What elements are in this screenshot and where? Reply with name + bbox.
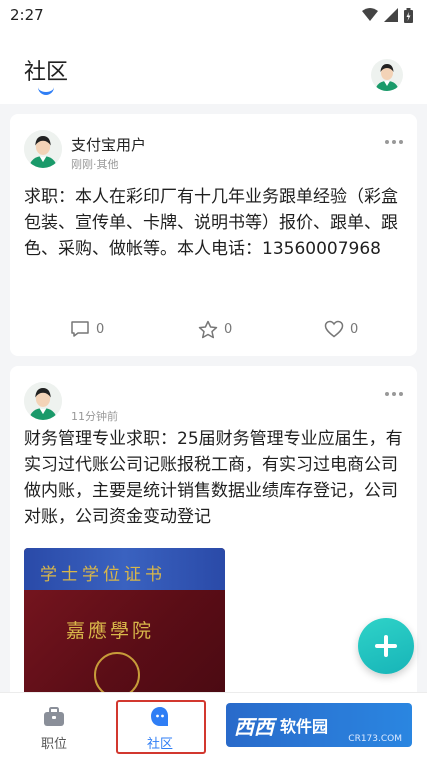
post-card[interactable]: 11分钟前 财务管理专业求职：25届财务管理专业应届生，有实习过代账公司记账报税… bbox=[10, 366, 417, 692]
nav-label-jobs: 职位 bbox=[40, 737, 67, 752]
post-avatar[interactable] bbox=[24, 382, 62, 420]
title-underline-indicator bbox=[38, 87, 54, 95]
certificate-title: 学士学位证书 bbox=[40, 565, 166, 585]
plus-icon bbox=[375, 635, 397, 657]
comment-button[interactable]: 0 bbox=[70, 320, 104, 338]
battery-icon bbox=[404, 7, 413, 23]
wifi-icon bbox=[362, 8, 378, 21]
nav-item-jobs[interactable]: 职位 bbox=[14, 693, 94, 759]
seal-emblem-icon bbox=[94, 652, 140, 692]
avatar-icon bbox=[24, 130, 62, 168]
watermark-logo: 西西 bbox=[234, 714, 274, 739]
heart-icon bbox=[324, 320, 344, 338]
favorite-button[interactable]: 0 bbox=[198, 320, 232, 339]
favorite-count: 0 bbox=[224, 322, 233, 337]
post-body[interactable]: 求职：本人在彩印厂有十几年业务跟单经验（彩盒包装、宣传单、卡牌、说明书等）报价、… bbox=[24, 184, 408, 262]
community-feed[interactable]: 支付宝用户 刚刚·其他 求职：本人在彩印厂有十几年业务跟单经验（彩盒包装、宣传单… bbox=[0, 104, 427, 692]
briefcase-icon bbox=[44, 707, 64, 726]
create-post-button[interactable] bbox=[358, 618, 414, 674]
more-options-icon[interactable] bbox=[385, 392, 403, 396]
post-card[interactable]: 支付宝用户 刚刚·其他 求职：本人在彩印厂有十几年业务跟单经验（彩盒包装、宣传单… bbox=[10, 114, 417, 356]
page-header: 社区 bbox=[0, 30, 427, 104]
avatar-icon bbox=[24, 382, 62, 420]
certificate-school: 嘉應學院 bbox=[66, 620, 155, 642]
post-meta: 刚刚·其他 bbox=[71, 158, 119, 171]
like-button[interactable]: 0 bbox=[324, 320, 358, 338]
like-count: 0 bbox=[350, 321, 359, 337]
signal-icon bbox=[384, 8, 398, 22]
user-avatar[interactable] bbox=[371, 59, 403, 91]
watermark-url: CR173.COM bbox=[348, 734, 402, 744]
avatar-icon bbox=[371, 59, 403, 91]
page-title: 社区 bbox=[24, 60, 69, 85]
more-options-icon[interactable] bbox=[385, 140, 403, 144]
watermark-title: 软件园 bbox=[280, 717, 329, 736]
tab-highlight-box bbox=[116, 700, 206, 754]
status-bar: 2:27 bbox=[0, 0, 427, 30]
comment-icon bbox=[71, 321, 89, 337]
post-avatar[interactable] bbox=[24, 130, 62, 168]
post-username[interactable]: 支付宝用户 bbox=[71, 134, 146, 155]
post-body[interactable]: 财务管理专业求职：25届财务管理专业应届生，有实习过代账公司记账报税工商，有实习… bbox=[24, 426, 408, 530]
comment-count: 0 bbox=[96, 321, 105, 337]
star-icon bbox=[198, 320, 218, 339]
status-icons bbox=[362, 7, 413, 23]
watermark-banner: 西西 软件园 CR173.COM bbox=[226, 703, 412, 747]
post-meta: 11分钟前 bbox=[71, 410, 118, 423]
status-time: 2:27 bbox=[10, 6, 44, 24]
post-image[interactable]: 学士学位证书 嘉應學院 bbox=[24, 548, 225, 692]
